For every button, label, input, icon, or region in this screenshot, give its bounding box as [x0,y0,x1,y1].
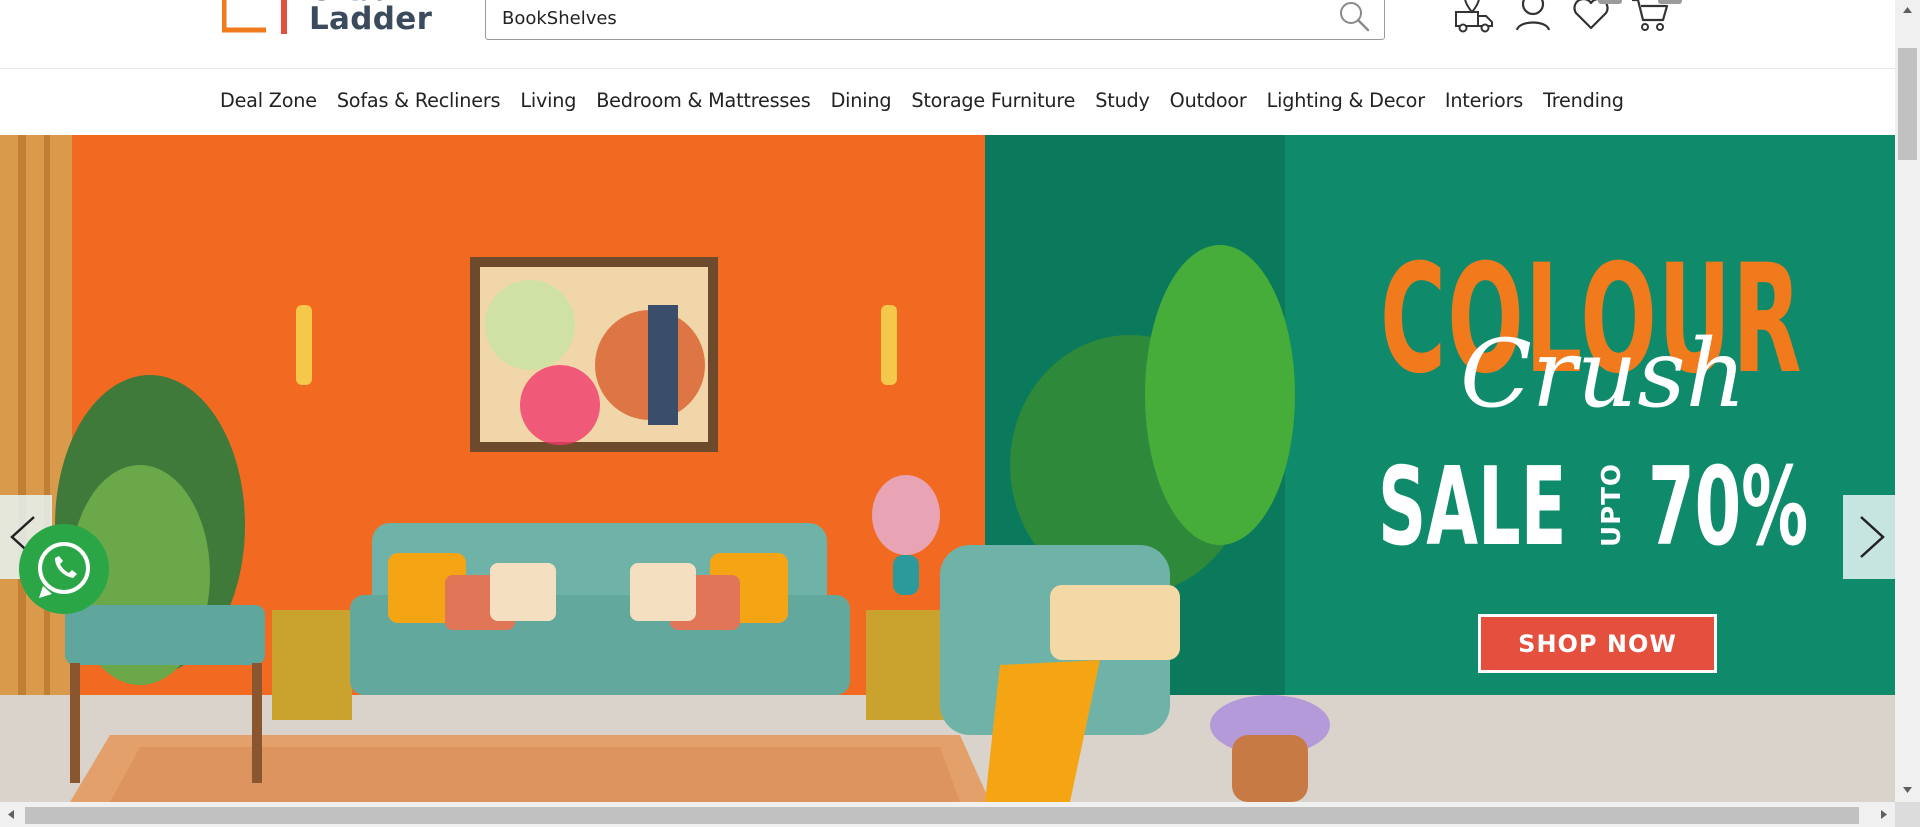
search-box [485,0,1385,40]
brand-logo[interactable]: Urban Ladder [218,0,432,40]
track-order-icon[interactable] [1453,0,1495,34]
promo-upto-text: UPTO [1597,460,1627,550]
nav-item-trending[interactable]: Trending [1543,89,1624,112]
vertical-scroll-thumb[interactable] [1898,48,1917,160]
nav-item-interiors[interactable]: Interiors [1445,89,1523,112]
horizontal-scrollbar[interactable] [0,802,1895,827]
chevron-right-icon [1860,516,1885,558]
brand-name-line2: Ladder [309,1,433,37]
scroll-down-icon[interactable] [1895,780,1920,800]
main-nav: Deal Zone Sofas & Recliners Living Bedro… [0,70,1895,135]
search-icon[interactable] [1336,0,1372,33]
nav-item-outdoor[interactable]: Outdoor [1170,89,1247,112]
nav-item-bedroom-mattresses[interactable]: Bedroom & Mattresses [596,89,811,112]
shop-now-button[interactable]: SHOP NOW [1478,614,1717,673]
scroll-right-icon[interactable] [1873,802,1895,827]
whatsapp-chat-button[interactable] [19,524,109,614]
scroll-up-icon[interactable] [1895,0,1920,20]
nav-item-lighting-decor[interactable]: Lighting & Decor [1267,89,1425,112]
promo-sale-text: SALE [1378,445,1567,570]
nav-item-study[interactable]: Study [1095,89,1150,112]
nav-item-sofas-recliners[interactable]: Sofas & Recliners [337,89,501,112]
nav-item-deal-zone[interactable]: Deal Zone [220,89,317,112]
nav-item-dining[interactable]: Dining [831,89,892,112]
scrollbar-corner [1895,802,1920,827]
search-input[interactable] [486,0,1326,39]
cart-count-badge [1658,0,1682,4]
page: Urban Ladder [0,0,1920,827]
logo-mark-bar-icon [281,0,287,34]
wishlist-icon[interactable] [1570,0,1612,34]
promo-upto-label: UPTO [1597,463,1627,548]
horizontal-scroll-thumb[interactable] [25,807,1859,824]
wishlist-count-badge [1598,0,1622,4]
nav-item-storage-furniture[interactable]: Storage Furniture [911,89,1075,112]
scroll-left-icon[interactable] [0,802,22,827]
nav-list: Deal Zone Sofas & Recliners Living Bedro… [220,89,1644,112]
promo-headline-crush: Crush [1460,320,1747,429]
cart-icon[interactable] [1630,0,1672,34]
logo-mark-icon [222,0,266,33]
hero-banner[interactable]: COLOUR Crush SALE UPTO 70% SHOP NOW [0,135,1895,802]
vertical-scrollbar[interactable] [1895,0,1920,802]
whatsapp-icon [38,542,90,598]
nav-item-living[interactable]: Living [520,89,576,112]
account-icon[interactable] [1512,0,1554,34]
site-header: Urban Ladder [0,0,1895,69]
carousel-next-button[interactable] [1843,495,1895,579]
promo-discount-percent: 70% [1648,445,1809,570]
